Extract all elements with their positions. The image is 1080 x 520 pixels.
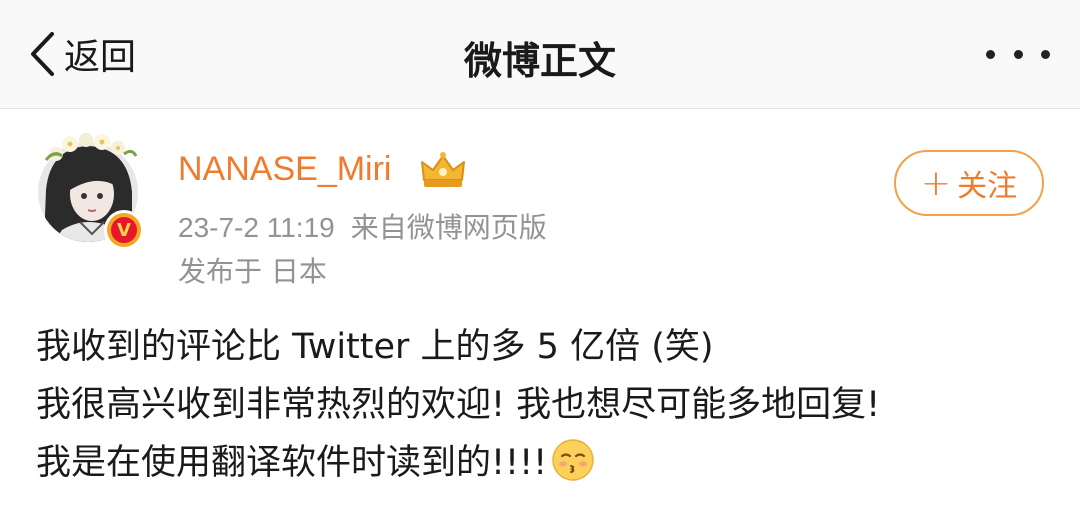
post-line: 我收到的评论比 Twitter 上的多 5 亿倍 (笑) [36,327,714,367]
verified-badge-label: V [111,217,137,243]
page-title: 微博正文 [463,39,616,83]
post-meta: 23-7-2 11:19 来自微博网页版 [178,206,547,246]
post-line: 我很高兴收到非常热烈的欢迎! 我也想尽可能多地回复! [36,385,881,425]
post-content: 我收到的评论比 Twitter 上的多 5 亿倍 (笑) 我很高兴收到非常热烈的… [36,318,1056,492]
vip-crown-icon [421,152,465,187]
post-location: 发布于 日本 [178,255,327,288]
follow-button[interactable]: + 关注 [894,150,1044,216]
more-dots-icon [1013,49,1023,59]
username-link[interactable]: NANASE_Miri [178,150,391,189]
more-dots-icon [1041,49,1050,59]
post-line-last: 我是在使用翻译软件时读到的!!!! [36,434,1056,492]
post-time: 23-7-2 11:19 [178,212,335,243]
verified-badge-icon: V [104,210,144,250]
kissing-face-emoji-icon [552,439,594,481]
more-button[interactable] [986,36,1050,72]
more-dots-icon [986,49,995,59]
post-line-text: 我是在使用翻译软件时读到的!!!! [36,443,548,483]
top-navbar: 返回 微博正文 [0,0,1080,109]
post-source: 来自微博网页版 [350,211,547,244]
follow-label: 关注 [957,169,1018,204]
plus-icon: + [920,162,952,204]
